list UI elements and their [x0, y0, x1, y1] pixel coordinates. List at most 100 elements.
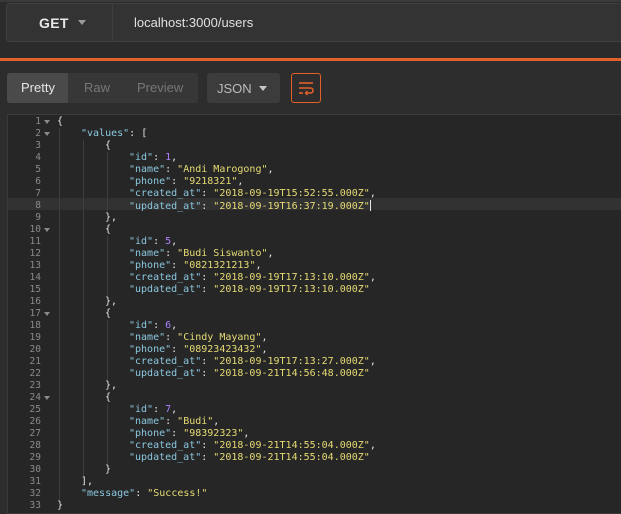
line-number: 9 — [35, 212, 41, 223]
method-select[interactable]: GET — [7, 4, 113, 41]
code-text: "created_at": "2018-09-19T15:52:55.000Z"… — [129, 188, 376, 200]
indent-guide — [59, 260, 60, 272]
fold-toggle-icon[interactable] — [44, 312, 50, 316]
indent-guide — [107, 452, 108, 464]
json-token: "phone" — [129, 344, 172, 355]
tab-raw[interactable]: Raw — [68, 73, 129, 103]
json-token: : — [153, 236, 166, 247]
indent-guide — [59, 428, 60, 440]
json-token: : — [171, 260, 184, 271]
json-token: : — [153, 404, 166, 415]
json-token: , — [369, 440, 376, 451]
code-line: 26 "name": "Budi", — [8, 416, 621, 428]
json-token: }, — [105, 296, 118, 307]
indent-guide — [107, 176, 108, 188]
json-token: , — [171, 152, 178, 163]
line-number: 24 — [29, 392, 41, 403]
indent-guide — [107, 440, 108, 452]
indent-guide — [107, 188, 108, 200]
code-text: "id": 6, — [129, 320, 177, 332]
code-text: "phone": "08923423432", — [129, 344, 268, 356]
json-token: "created_at" — [129, 188, 202, 199]
indent-guide — [107, 284, 108, 296]
json-token: , — [171, 404, 178, 415]
indent-guide — [83, 392, 84, 404]
json-token: "id" — [129, 404, 154, 415]
code-line: 9}, — [8, 212, 621, 224]
code-text: }, — [105, 296, 117, 308]
tab-pretty[interactable]: Pretty — [7, 73, 68, 103]
json-token: { — [105, 140, 112, 151]
code-line: 16}, — [8, 296, 621, 308]
json-token: { — [105, 308, 112, 319]
line-number: 16 — [29, 296, 41, 307]
code-text: }, — [105, 380, 117, 392]
json-token: "created_at" — [129, 440, 202, 451]
json-token: "98392323" — [183, 428, 244, 439]
json-token: : — [201, 201, 214, 212]
indent-guide — [107, 152, 108, 164]
json-token: "name" — [129, 164, 166, 175]
json-token: "created_at" — [129, 356, 202, 367]
indent-guide — [83, 380, 84, 392]
fold-toggle-icon[interactable] — [44, 396, 50, 400]
indent-guide — [83, 140, 84, 152]
code-text: { — [105, 140, 111, 152]
json-token: } — [105, 464, 112, 475]
line-number: 2 — [35, 128, 41, 139]
code-text: "updated_at": "2018-09-21T14:56:48.000Z" — [129, 368, 370, 380]
line-number: 28 — [29, 440, 41, 451]
line-number: 8 — [35, 200, 41, 211]
indent-guide — [107, 320, 108, 332]
fold-toggle-icon[interactable] — [44, 228, 50, 232]
json-token: "Andi Marogong" — [177, 164, 268, 175]
indent-guide — [83, 248, 84, 260]
response-body-editor[interactable]: 1{2 "values": [3{4 "id": 1, 5 "name": "Andi … — [7, 114, 621, 514]
code-line: 23}, — [8, 380, 621, 392]
method-label: GET — [39, 15, 69, 31]
code-text: "name": "Andi Marogong", — [129, 164, 274, 176]
json-token: : — [201, 272, 214, 283]
json-token: : — [165, 416, 178, 427]
line-number: 21 — [29, 356, 41, 367]
json-token: "2018-09-21T14:55:04.000Z" — [213, 452, 370, 463]
line-number: 19 — [29, 332, 41, 343]
json-token: "Cindy Mayang" — [177, 332, 262, 343]
indent-guide — [59, 224, 60, 236]
json-token: "values" — [81, 128, 130, 139]
code-line: 28 "created_at": "2018-09-21T14:55:04.000… — [8, 440, 621, 452]
line-number: 5 — [35, 164, 41, 175]
line-number: 31 — [29, 476, 41, 487]
indent-guide — [83, 152, 84, 164]
json-token: "phone" — [129, 260, 172, 271]
json-token: , — [369, 272, 376, 283]
line-number: 27 — [29, 428, 41, 439]
json-token: : — [153, 152, 166, 163]
indent-guide — [107, 200, 108, 212]
url-input[interactable]: localhost:3000/users — [134, 15, 253, 30]
json-token: : — [153, 320, 166, 331]
json-token: "id" — [129, 236, 154, 247]
indent-guide — [107, 248, 108, 260]
code-line: 12 "name": "Budi Siswanto", — [8, 248, 621, 260]
json-token: : — [201, 356, 214, 367]
code-text: }, — [105, 212, 117, 224]
json-token: , — [171, 320, 178, 331]
format-select[interactable]: JSON — [207, 73, 280, 103]
indent-guide — [83, 212, 84, 224]
indent-guide — [83, 320, 84, 332]
code-line: 6 "phone": "9218321", — [8, 176, 621, 188]
line-number: 29 — [29, 452, 41, 463]
code-line: 21 "created_at": "2018-09-19T17:13:27.000… — [8, 356, 621, 368]
json-token: "2018-09-21T14:55:04.000Z" — [213, 440, 370, 451]
indent-guide — [83, 200, 84, 212]
code-text: { — [105, 224, 111, 236]
indent-guide — [59, 416, 60, 428]
wrap-lines-button[interactable] — [291, 73, 321, 103]
code-line: 8 "updated_at": "2018-09-19T16:37:19.000Z… — [8, 200, 621, 212]
json-token: { — [57, 116, 64, 127]
fold-toggle-icon[interactable] — [44, 132, 50, 136]
tab-preview[interactable]: Preview — [129, 73, 198, 103]
indent-guide — [107, 260, 108, 272]
fold-toggle-icon[interactable] — [44, 120, 50, 124]
